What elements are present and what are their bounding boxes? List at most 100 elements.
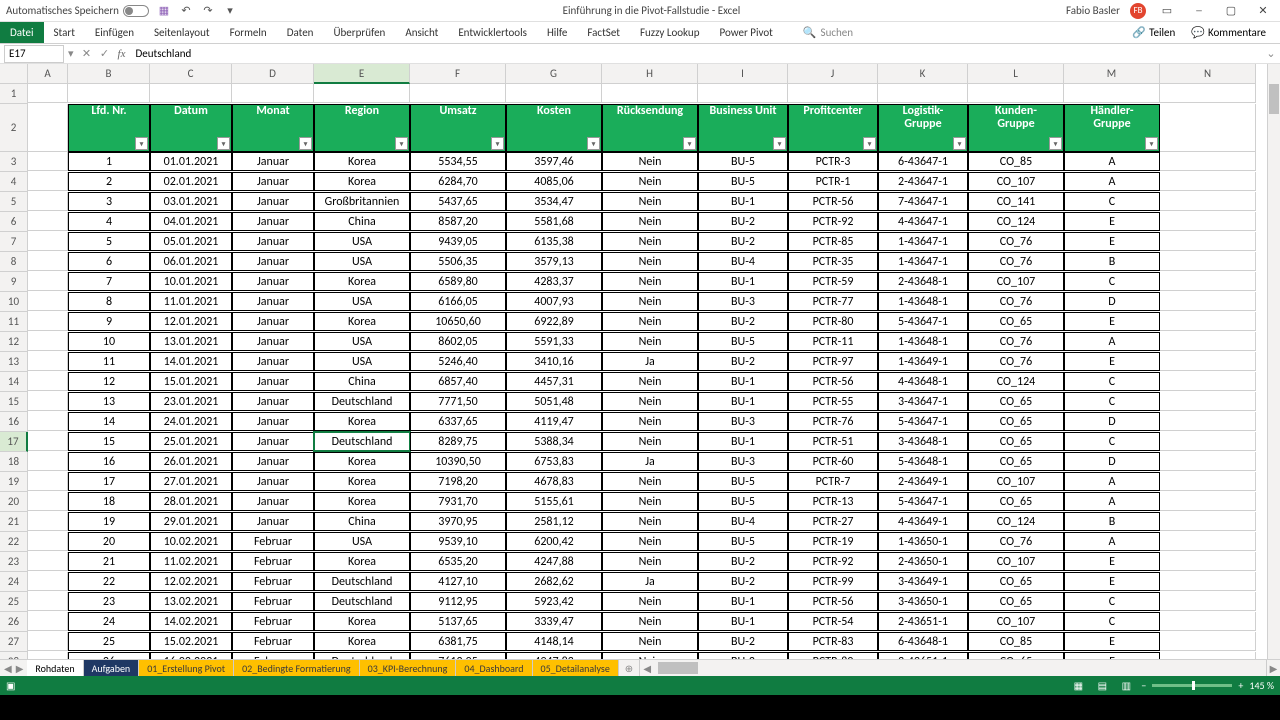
cell[interactable]: 6589,80: [410, 272, 506, 291]
cell[interactable]: PCTR-3: [788, 152, 878, 171]
row-header[interactable]: 27: [0, 632, 28, 652]
cell[interactable]: BU-4: [698, 252, 788, 271]
cell[interactable]: USA: [314, 232, 410, 251]
cell[interactable]: 4007,93: [506, 292, 602, 311]
cell[interactable]: CO_85: [968, 152, 1064, 171]
cell[interactable]: 01.01.2021: [150, 152, 232, 171]
cell[interactable]: 3579,13: [506, 252, 602, 271]
cell[interactable]: PCTR-1: [788, 172, 878, 191]
cell[interactable]: [968, 84, 1064, 103]
cell[interactable]: [28, 472, 68, 491]
cell[interactable]: E: [1064, 232, 1160, 251]
table-header[interactable]: Profitcenter▾: [788, 104, 878, 152]
sheet-nav-next-icon[interactable]: ▶: [16, 662, 24, 675]
cell[interactable]: 1-43647-1: [878, 232, 968, 251]
cell[interactable]: [410, 84, 506, 103]
cell[interactable]: 21: [68, 552, 150, 571]
cell[interactable]: 6337,65: [410, 412, 506, 431]
cell[interactable]: Nein: [602, 292, 698, 311]
ribbon-tab-überprüfen[interactable]: Überprüfen: [323, 22, 395, 43]
cell[interactable]: 4148,14: [506, 632, 602, 651]
cell[interactable]: Deutschland: [314, 392, 410, 411]
row-header[interactable]: 10: [0, 292, 28, 312]
hscroll-right-icon[interactable]: ▶: [1266, 660, 1280, 676]
cell[interactable]: CO_65: [968, 412, 1064, 431]
cell[interactable]: 16: [68, 452, 150, 471]
fx-icon[interactable]: fx: [114, 48, 130, 60]
cell[interactable]: [28, 392, 68, 411]
redo-icon[interactable]: ↷: [201, 4, 215, 18]
row-header[interactable]: 28: [0, 652, 28, 659]
cell[interactable]: [1160, 392, 1256, 411]
row-header[interactable]: 25: [0, 592, 28, 612]
cell[interactable]: A: [1064, 332, 1160, 351]
row-header[interactable]: 17: [0, 432, 28, 452]
cell[interactable]: PCTR-56: [788, 372, 878, 391]
cell[interactable]: CO_141: [968, 192, 1064, 211]
row-header[interactable]: 12: [0, 332, 28, 352]
cell[interactable]: C: [1064, 592, 1160, 611]
cell[interactable]: Januar: [232, 512, 314, 531]
cell[interactable]: Großbritannien: [314, 192, 410, 211]
cell[interactable]: 12: [68, 372, 150, 391]
cell[interactable]: 26: [68, 652, 150, 659]
cell[interactable]: 15.02.2021: [150, 632, 232, 651]
cell[interactable]: 3970,95: [410, 512, 506, 531]
cell[interactable]: D: [1064, 452, 1160, 471]
cell[interactable]: 24.01.2021: [150, 412, 232, 431]
cell[interactable]: [68, 84, 150, 103]
cell[interactable]: 3-43648-1: [878, 432, 968, 451]
filter-icon[interactable]: ▾: [953, 137, 966, 150]
cell[interactable]: BU-5: [698, 472, 788, 491]
table-header[interactable]: Kosten▾: [506, 104, 602, 152]
table-header[interactable]: Business Unit▾: [698, 104, 788, 152]
name-box[interactable]: E17: [4, 45, 64, 63]
cell[interactable]: BU-1: [698, 592, 788, 611]
cell[interactable]: 8: [68, 292, 150, 311]
cell[interactable]: BU-5: [698, 332, 788, 351]
cell[interactable]: BU-2: [698, 552, 788, 571]
cell[interactable]: Januar: [232, 292, 314, 311]
cell[interactable]: 6284,70: [410, 172, 506, 191]
cell[interactable]: PCTR-97: [788, 352, 878, 371]
cell[interactable]: 23: [68, 592, 150, 611]
cell[interactable]: Ja: [602, 572, 698, 591]
cell[interactable]: PCTR-80: [788, 312, 878, 331]
cell[interactable]: 4947,83: [506, 652, 602, 659]
row-header[interactable]: 3: [0, 152, 28, 172]
cell[interactable]: USA: [314, 532, 410, 551]
cell[interactable]: Nein: [602, 372, 698, 391]
cell[interactable]: CO_85: [968, 632, 1064, 651]
cell[interactable]: 28.01.2021: [150, 492, 232, 511]
cell[interactable]: [1160, 612, 1256, 631]
cell[interactable]: [28, 412, 68, 431]
row-header[interactable]: 20: [0, 492, 28, 512]
cell[interactable]: 10.01.2021: [150, 272, 232, 291]
cell[interactable]: 4: [68, 212, 150, 231]
col-header[interactable]: G: [506, 64, 602, 84]
cell[interactable]: Korea: [314, 152, 410, 171]
cell[interactable]: 1-43649-1: [878, 352, 968, 371]
cell[interactable]: [28, 252, 68, 271]
cell[interactable]: C: [1064, 272, 1160, 291]
cell[interactable]: PCTR-56: [788, 592, 878, 611]
cell[interactable]: 11: [68, 352, 150, 371]
cell[interactable]: 10390,50: [410, 452, 506, 471]
cell[interactable]: CO_65: [968, 432, 1064, 451]
cell[interactable]: CO_124: [968, 212, 1064, 231]
cell[interactable]: 6135,38: [506, 232, 602, 251]
cell[interactable]: Januar: [232, 252, 314, 271]
cell[interactable]: 6857,40: [410, 372, 506, 391]
filter-icon[interactable]: ▾: [773, 137, 786, 150]
cell[interactable]: 10.02.2021: [150, 532, 232, 551]
cell[interactable]: BU-5: [698, 152, 788, 171]
cell[interactable]: 7931,70: [410, 492, 506, 511]
filter-icon[interactable]: ▾: [1049, 137, 1062, 150]
cell[interactable]: BU-2: [698, 212, 788, 231]
cell[interactable]: [314, 84, 410, 103]
cell[interactable]: A: [1064, 492, 1160, 511]
col-header[interactable]: E: [314, 64, 410, 84]
cell[interactable]: 9439,05: [410, 232, 506, 251]
cell[interactable]: PCTR-77: [788, 292, 878, 311]
cell[interactable]: Korea: [314, 172, 410, 191]
